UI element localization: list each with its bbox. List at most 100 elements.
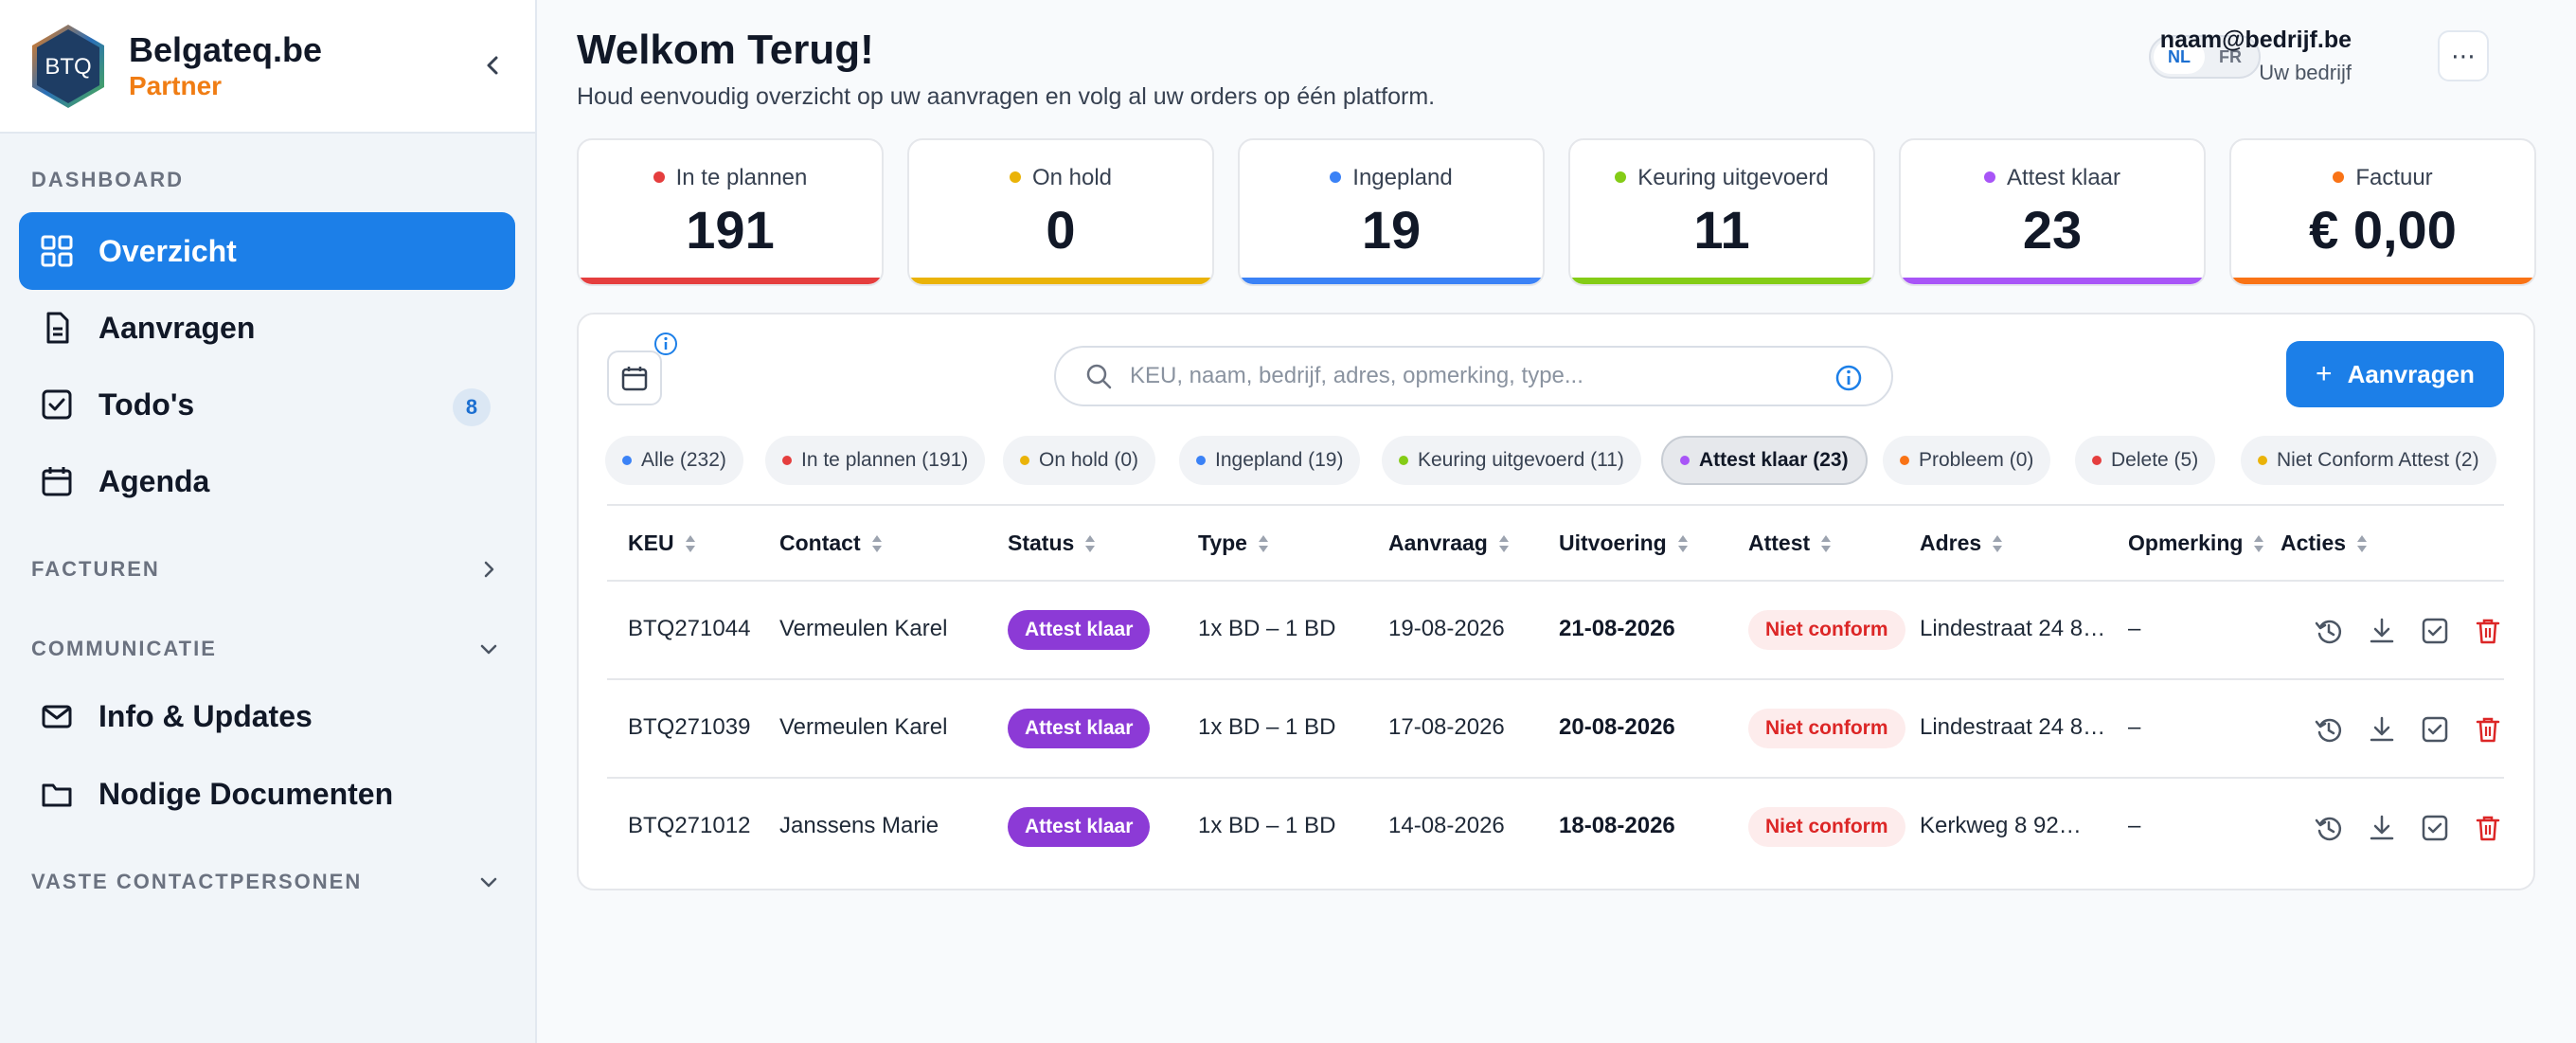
filter-chip-attest-klaar[interactable]: Attest klaar (23) bbox=[1661, 436, 1868, 485]
filter-chip-label: Delete (5) bbox=[2111, 449, 2199, 471]
column-label: Aanvraag bbox=[1388, 530, 1488, 555]
brand-name: Belgateq.be bbox=[129, 29, 323, 69]
filter-chip-delete[interactable]: Delete (5) bbox=[2075, 436, 2216, 485]
info-icon[interactable] bbox=[653, 332, 678, 356]
column-header-attest[interactable]: Attest bbox=[1748, 530, 1833, 556]
check-square-icon[interactable] bbox=[2420, 616, 2450, 646]
stat-value: 11 bbox=[1693, 200, 1750, 260]
page-subtitle: Houd eenvoudig overzicht op uw aanvragen… bbox=[577, 83, 1436, 110]
stat-label: Keuring uitgevoerd bbox=[1637, 165, 1829, 190]
search-input[interactable] bbox=[1130, 363, 1812, 389]
stat-card-on-hold[interactable]: On hold 0 bbox=[907, 138, 1214, 286]
collapse-sidebar-icon[interactable] bbox=[478, 51, 507, 80]
filter-chip-probleem[interactable]: Probleem (0) bbox=[1883, 436, 2051, 485]
status-dot bbox=[653, 171, 665, 183]
brand-header: BTQ Belgateq.be Partner bbox=[0, 0, 535, 134]
column-header-type[interactable]: Type bbox=[1198, 530, 1270, 556]
date-filter-button[interactable] bbox=[607, 351, 662, 405]
checkbox-icon bbox=[42, 389, 72, 420]
history-icon[interactable] bbox=[2314, 616, 2344, 646]
add-aanvraag-button[interactable]: + Aanvragen bbox=[2286, 341, 2504, 407]
trash-icon[interactable] bbox=[2473, 714, 2503, 745]
requests-table-card: + Aanvragen Alle (232) In te plannen (19… bbox=[577, 313, 2535, 890]
stat-label: Attest klaar bbox=[2006, 165, 2121, 190]
filter-chip-niet-conform[interactable]: Niet Conform Attest (2) bbox=[2241, 436, 2496, 485]
download-icon[interactable] bbox=[2367, 616, 2397, 646]
cell-aanvraag: 19-08-2026 bbox=[1388, 616, 1505, 641]
nav-section-contactpersonen[interactable]: VASTE CONTACTPERSONEN bbox=[0, 870, 537, 894]
column-label: Contact bbox=[779, 530, 861, 555]
filter-chip-alle[interactable]: Alle (232) bbox=[605, 436, 743, 485]
sidebar-item-label: Todo's bbox=[98, 387, 195, 422]
filter-chip-on-hold[interactable]: On hold (0) bbox=[1003, 436, 1156, 485]
more-options-button[interactable]: ⋯ bbox=[2438, 30, 2489, 81]
page-title: Welkom Terug! bbox=[577, 27, 874, 73]
column-header-opmerking[interactable]: Opmerking bbox=[2128, 530, 2265, 556]
history-icon[interactable] bbox=[2314, 714, 2344, 745]
nav-section-facturen[interactable]: FACTUREN bbox=[0, 557, 537, 582]
folder-icon bbox=[42, 783, 72, 807]
sidebar-item-todos[interactable]: Todo's 8 bbox=[19, 366, 515, 443]
sidebar-item-label: Agenda bbox=[98, 463, 210, 498]
trash-icon[interactable] bbox=[2473, 813, 2503, 843]
status-dot bbox=[2333, 171, 2345, 183]
table-row[interactable]: BTQ271012 Janssens Marie Attest klaar 1x… bbox=[607, 779, 2504, 877]
stat-card-attest-klaar[interactable]: Attest klaar 23 bbox=[1899, 138, 2206, 286]
cell-contact: Vermeulen Karel bbox=[779, 714, 948, 740]
filter-chip-label: Ingepland (19) bbox=[1215, 449, 1344, 471]
table-row[interactable]: BTQ271039 Vermeulen Karel Attest klaar 1… bbox=[607, 680, 2504, 779]
download-icon[interactable] bbox=[2367, 813, 2397, 843]
filter-chip-keuring-uitgevoerd[interactable]: Keuring uitgevoerd (11) bbox=[1382, 436, 1641, 485]
column-header-keu[interactable]: KEU bbox=[628, 530, 697, 556]
sidebar-item-agenda[interactable]: Agenda bbox=[19, 442, 515, 520]
table-row[interactable]: BTQ271044 Vermeulen Karel Attest klaar 1… bbox=[607, 582, 2504, 680]
cell-contact: Vermeulen Karel bbox=[779, 616, 948, 641]
status-badge: Attest klaar bbox=[1008, 610, 1151, 650]
brand-logo: BTQ bbox=[32, 24, 104, 108]
sidebar-item-overzicht[interactable]: Overzicht bbox=[19, 212, 515, 290]
nav-section-contactpersonen-label: VASTE CONTACTPERSONEN bbox=[31, 870, 363, 893]
history-icon[interactable] bbox=[2314, 813, 2344, 843]
column-header-acties[interactable]: Acties bbox=[2281, 530, 2369, 556]
stat-card-ingepland[interactable]: Ingepland 19 bbox=[1238, 138, 1545, 286]
status-badge: Attest klaar bbox=[1008, 807, 1151, 847]
nav-section-communicatie[interactable]: COMMUNICATIE bbox=[0, 637, 537, 661]
sort-icon bbox=[1993, 534, 2003, 552]
column-header-status[interactable]: Status bbox=[1008, 530, 1097, 556]
column-header-uitvoering[interactable]: Uitvoering bbox=[1559, 530, 1690, 556]
sidebar-item-aanvragen[interactable]: Aanvragen bbox=[19, 289, 515, 367]
cell-adres: Lindestraat 24 8… bbox=[1920, 616, 2106, 641]
column-label: Type bbox=[1198, 530, 1247, 555]
filter-chip-in-te-plannen[interactable]: In te plannen (191) bbox=[765, 436, 986, 485]
stat-accent-bar bbox=[1570, 278, 1873, 284]
filter-chip-label: In te plannen (191) bbox=[801, 449, 969, 471]
nav-section-facturen-label: FACTUREN bbox=[31, 557, 160, 581]
column-label: Attest bbox=[1748, 530, 1811, 555]
stat-label: Factuur bbox=[2355, 165, 2433, 190]
column-header-contact[interactable]: Contact bbox=[779, 530, 884, 556]
stat-card-in-te-plannen[interactable]: In te plannen 191 bbox=[577, 138, 884, 286]
sidebar-item-info-updates[interactable]: Info & Updates bbox=[19, 677, 515, 755]
stat-label: In te plannen bbox=[675, 165, 808, 190]
info-icon[interactable] bbox=[1834, 364, 1863, 392]
nav-section-dashboard-label: DASHBOARD bbox=[31, 168, 184, 191]
filter-chip-ingepland[interactable]: Ingepland (19) bbox=[1179, 436, 1361, 485]
stat-card-keuring-uitgevoerd[interactable]: Keuring uitgevoerd 11 bbox=[1568, 138, 1875, 286]
sort-icon bbox=[2357, 534, 2368, 552]
status-dot bbox=[622, 456, 632, 465]
sidebar-item-documenten[interactable]: Nodige Documenten bbox=[19, 755, 515, 833]
cell-opmerking: – bbox=[2128, 714, 2141, 740]
download-icon[interactable] bbox=[2367, 714, 2397, 745]
check-square-icon[interactable] bbox=[2420, 714, 2450, 745]
status-dot bbox=[1680, 456, 1690, 465]
stat-card-factuur[interactable]: Factuur € 0,00 bbox=[2229, 138, 2536, 286]
column-header-adres[interactable]: Adres bbox=[1920, 530, 2004, 556]
trash-icon[interactable] bbox=[2473, 616, 2503, 646]
sidebar-item-label: Nodige Documenten bbox=[98, 776, 394, 811]
search-bar[interactable] bbox=[1054, 346, 1893, 406]
column-header-aanvraag[interactable]: Aanvraag bbox=[1388, 530, 1511, 556]
check-square-icon[interactable] bbox=[2420, 813, 2450, 843]
nav-section-communicatie-label: COMMUNICATIE bbox=[31, 637, 217, 660]
cell-uitvoering: 20-08-2026 bbox=[1559, 714, 1675, 740]
more-icon: ⋯ bbox=[2451, 41, 2476, 70]
